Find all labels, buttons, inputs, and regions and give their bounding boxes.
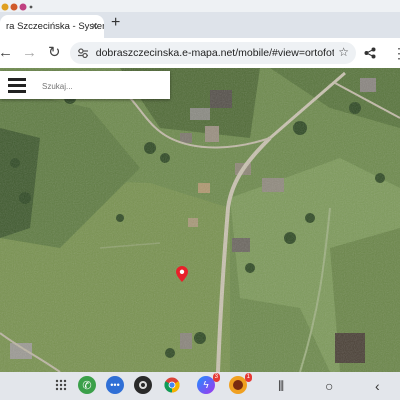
hamburger-menu-icon[interactable] bbox=[8, 76, 30, 94]
map-search-input[interactable] bbox=[40, 75, 166, 97]
site-settings-icon[interactable] bbox=[78, 48, 88, 58]
messages-app-icon[interactable]: ••• bbox=[106, 376, 124, 394]
system-back-icon[interactable]: ‹ bbox=[375, 377, 380, 395]
browser-toolbar: ← → ↻ dobraszczecinska.e-mapa.net/mobile… bbox=[0, 38, 400, 68]
chrome-app-icon[interactable] bbox=[163, 376, 181, 394]
map-view[interactable] bbox=[0, 68, 400, 372]
camera-app-icon[interactable] bbox=[134, 376, 152, 394]
messenger-app-icon[interactable]: ϟ 3 bbox=[197, 373, 220, 394]
game-badge: 1 bbox=[244, 373, 252, 382]
share-icon[interactable] bbox=[364, 47, 376, 59]
reload-icon[interactable]: ↻ bbox=[48, 43, 61, 63]
app-grid-icon[interactable] bbox=[52, 376, 70, 394]
phone-app-icon[interactable]: ✆ bbox=[78, 376, 96, 394]
tab-close-icon[interactable]: × bbox=[91, 19, 98, 33]
game-app-icon[interactable]: 1 bbox=[229, 373, 252, 394]
tab-bar: ra Szczecińska - System × + bbox=[0, 12, 400, 38]
tab-title: ra Szczecińska - System bbox=[6, 21, 104, 32]
home-icon[interactable]: ○ bbox=[325, 377, 333, 395]
more-menu-icon[interactable]: ⋮ bbox=[392, 43, 400, 63]
browser-tab[interactable]: ra Szczecińska - System × bbox=[0, 15, 104, 38]
location-pin-icon[interactable] bbox=[176, 266, 188, 282]
address-bar[interactable]: dobraszczecinska.e-mapa.net/mobile/#view… bbox=[70, 42, 356, 64]
forward-icon[interactable]: → bbox=[22, 43, 37, 63]
recent-apps-icon[interactable]: ⦀ bbox=[278, 377, 284, 395]
status-bar bbox=[0, 0, 400, 12]
taskbar: ✆ ••• ϟ 3 1 ⦀ ○ ‹ bbox=[0, 372, 400, 400]
messenger-badge: 3 bbox=[212, 373, 220, 382]
back-icon[interactable]: ← bbox=[0, 43, 13, 63]
new-tab-button[interactable]: + bbox=[111, 14, 120, 32]
map-search-box bbox=[0, 71, 170, 99]
orthophoto-map[interactable] bbox=[0, 68, 400, 372]
bookmark-star-icon[interactable]: ☆ bbox=[338, 45, 349, 59]
url-text: dobraszczecinska.e-mapa.net/mobile/#view… bbox=[95, 47, 334, 59]
